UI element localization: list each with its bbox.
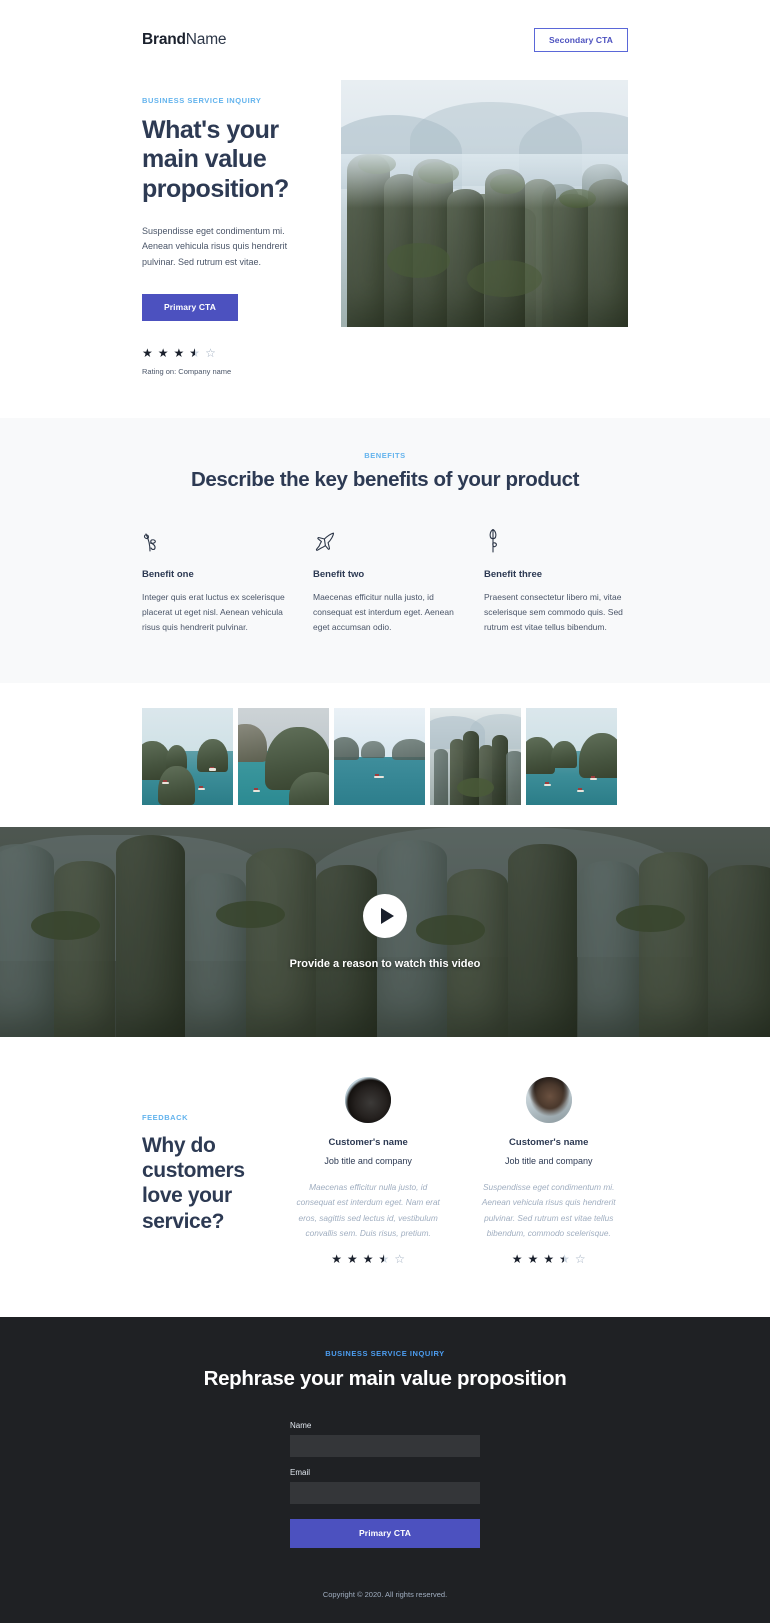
star-icon-full: ★ <box>331 1252 342 1267</box>
contact-form: Name Email Primary CTA <box>290 1421 480 1548</box>
footer-primary-cta-button[interactable]: Primary CTA <box>290 1519 480 1548</box>
star-rating: ★ ★ ★ ★ ☆ <box>142 347 301 359</box>
star-icon-half: ★ <box>189 347 200 359</box>
email-field-label: Email <box>290 1468 311 1478</box>
avatar <box>525 1077 572 1124</box>
brand-name-light: Name <box>185 31 227 48</box>
hero-content: BUSINESS SERVICE INQUIRY What's your mai… <box>142 80 301 376</box>
testimonial-quote: Suspendisse eget condimentum mi. Aenean … <box>481 1182 616 1239</box>
benefit-title: Benefit one <box>142 568 194 580</box>
star-icon-empty: ☆ <box>574 1252 586 1267</box>
hero-section: BUSINESS SERVICE INQUIRY What's your mai… <box>0 80 770 418</box>
secondary-cta-button[interactable]: Secondary CTA <box>534 27 628 53</box>
landing-page: BrandName Secondary CTA BUSINESS SERVICE… <box>0 0 770 1623</box>
star-icon-full: ★ <box>362 1252 374 1267</box>
sprout-icon <box>142 526 286 554</box>
footer-title: Rephrase your main value proposition <box>203 1367 567 1391</box>
star-icon-full: ★ <box>142 345 153 360</box>
testimonials-section: FEEDBACK Why do customers love your serv… <box>0 1037 770 1318</box>
benefit-card-one: Benefit one Integer quis erat luctus ex … <box>142 526 286 635</box>
karst-landscape-illustration <box>341 80 628 327</box>
gallery-image-1[interactable] <box>142 708 233 806</box>
name-input[interactable] <box>290 1435 480 1458</box>
footer-cta-section: BUSINESS SERVICE INQUIRY Rephrase your m… <box>0 1317 770 1623</box>
star-icon-full: ★ <box>511 1252 523 1267</box>
gallery-image-5[interactable] <box>526 708 617 806</box>
hero-primary-cta-button[interactable]: Primary CTA <box>142 294 238 321</box>
star-icon-half: ★ <box>379 1253 390 1265</box>
hero-image <box>341 80 628 327</box>
video-overlay-content: Provide a reason to watch this video <box>0 827 770 1037</box>
benefit-title: Benefit two <box>313 568 365 580</box>
benefit-text: Integer quis erat luctus ex scelerisque … <box>142 591 285 632</box>
gallery-strip <box>142 708 628 806</box>
gallery-section <box>0 683 770 828</box>
star-rating: ★ ★ ★ ★ ☆ <box>289 1253 448 1265</box>
hero-rating: ★ ★ ★ ★ ☆ Rating on: Company name <box>142 347 301 376</box>
testimonial-name: Customer's name <box>328 1137 408 1149</box>
testimonial-quote: Maecenas efficitur nulla justo, id conse… <box>296 1182 440 1239</box>
hero-body-text: Suspendisse eget condimentum mi. Aenean … <box>142 225 288 267</box>
brand-name-bold: Brand <box>142 31 186 48</box>
gallery-image-2[interactable] <box>238 708 329 806</box>
hero-inner: BUSINESS SERVICE INQUIRY What's your mai… <box>142 80 628 376</box>
star-icon-full: ★ <box>347 1252 358 1267</box>
star-rating: ★ ★ ★ ★ ☆ <box>469 1253 628 1265</box>
footer-eyebrow: BUSINESS SERVICE INQUIRY <box>325 1349 445 1359</box>
testimonials-inner: FEEDBACK Why do customers love your serv… <box>142 1077 628 1273</box>
star-icon-full: ★ <box>157 345 169 360</box>
avatar <box>345 1077 392 1124</box>
star-icon-full: ★ <box>543 1252 555 1267</box>
video-banner[interactable]: Provide a reason to watch this video <box>0 827 770 1038</box>
play-icon[interactable] <box>363 894 407 939</box>
benefits-grid: Benefit one Integer quis erat luctus ex … <box>142 526 628 635</box>
testimonials-heading-block: FEEDBACK Why do customers love your serv… <box>142 1077 267 1234</box>
video-caption: Provide a reason to watch this video <box>289 958 481 971</box>
testimonial-job-title: Job title and company <box>324 1156 412 1167</box>
testimonial-card-2: Customer's name Job title and company Su… <box>469 1077 628 1273</box>
hero-eyebrow: BUSINESS SERVICE INQUIRY <box>142 96 262 105</box>
brand-logo[interactable]: BrandName <box>142 31 227 49</box>
star-icon-full: ★ <box>173 345 185 360</box>
gallery-image-4[interactable] <box>430 708 521 806</box>
email-input[interactable] <box>290 1482 480 1505</box>
testimonials-eyebrow: FEEDBACK <box>142 1113 189 1123</box>
benefit-card-two: Benefit two Maecenas efficitur nulla jus… <box>313 526 457 635</box>
star-icon-half: ★ <box>559 1253 570 1265</box>
benefits-eyebrow: BENEFITS <box>364 450 406 460</box>
hero-title: What's your main value proposition? <box>142 116 289 203</box>
star-icon-empty: ☆ <box>205 345 216 360</box>
benefit-card-three: Benefit three Praesent consectetur liber… <box>484 526 628 635</box>
benefit-text: Maecenas efficitur nulla justo, id conse… <box>313 591 454 632</box>
star-icon-empty: ☆ <box>394 1252 406 1267</box>
testimonial-job-title: Job title and company <box>504 1156 593 1167</box>
copyright-text: Copyright © 2020. All rights reserved. <box>322 1589 448 1599</box>
benefit-text: Praesent consectetur libero mi, vitae sc… <box>484 591 623 632</box>
benefits-title: Describe the key benefits of your produc… <box>191 467 579 491</box>
paper-plane-icon <box>313 526 457 554</box>
star-icon-full: ★ <box>527 1252 539 1267</box>
name-field-label: Name <box>290 1421 312 1431</box>
benefits-section: BENEFITS Describe the key benefits of yo… <box>0 417 770 684</box>
testimonial-name: Customer's name <box>509 1137 589 1149</box>
benefit-title: Benefit three <box>484 568 543 580</box>
flower-icon <box>484 526 628 554</box>
testimonial-card-1: Customer's name Job title and company Ma… <box>289 1077 448 1273</box>
testimonials-title: Why do customers love your service? <box>142 1134 245 1233</box>
gallery-image-3[interactable] <box>334 708 425 806</box>
rating-caption: Rating on: Company name <box>142 366 232 376</box>
site-header: BrandName Secondary CTA <box>0 0 770 80</box>
header-inner: BrandName Secondary CTA <box>142 27 628 53</box>
hero-media <box>341 80 628 327</box>
